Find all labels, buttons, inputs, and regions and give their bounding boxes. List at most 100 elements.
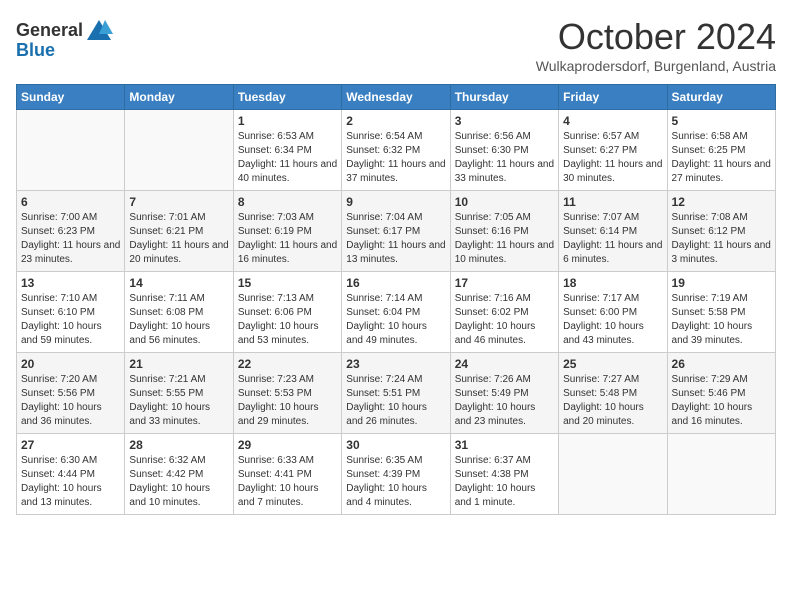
calendar-header-row: SundayMondayTuesdayWednesdayThursdayFrid… bbox=[17, 85, 776, 110]
calendar-cell: 29 Sunrise: 6:33 AMSunset: 4:41 PMDayligh… bbox=[233, 434, 341, 515]
cell-info: Sunrise: 7:29 AMSunset: 5:46 PMDaylight:… bbox=[672, 373, 771, 429]
cell-info: Sunrise: 7:17 AMSunset: 6:00 PMDaylight:… bbox=[563, 292, 662, 348]
week-row-5: 27 Sunrise: 6:30 AMSunset: 4:44 PMDayligh… bbox=[17, 434, 776, 515]
calendar-cell: 22 Sunrise: 7:23 AMSunset: 5:53 PMDayligh… bbox=[233, 353, 341, 434]
cell-date-number: 19 bbox=[672, 276, 771, 290]
cell-date-number: 26 bbox=[672, 357, 771, 371]
calendar-cell: 3Sunrise: 6:56 AMSunset: 6:30 PMDaylight… bbox=[450, 110, 558, 191]
calendar-cell: 4 Sunrise: 6:57 AMSunset: 6:27 PMDaylight… bbox=[559, 110, 667, 191]
cell-date-number: 29 bbox=[238, 438, 337, 452]
calendar-cell: 14 Sunrise: 7:11 AMSunset: 6:08 PMDayligh… bbox=[125, 272, 233, 353]
calendar-cell: 10 Sunrise: 7:05 AMSunset: 6:16 PMDayligh… bbox=[450, 191, 558, 272]
title-block: October 2024 Wulkaprodersdorf, Burgenlan… bbox=[536, 16, 776, 74]
calendar-cell: 19 Sunrise: 7:19 AMSunset: 5:58 PMDayligh… bbox=[667, 272, 775, 353]
calendar-cell: 12 Sunrise: 7:08 AMSunset: 6:12 PMDayligh… bbox=[667, 191, 775, 272]
calendar-cell: 21 Sunrise: 7:21 AMSunset: 5:55 PMDayligh… bbox=[125, 353, 233, 434]
calendar-cell: 5 Sunrise: 6:58 AMSunset: 6:25 PMDaylight… bbox=[667, 110, 775, 191]
col-header-tuesday: Tuesday bbox=[233, 85, 341, 110]
cell-info: Sunrise: 6:30 AMSunset: 4:44 PMDaylight:… bbox=[21, 454, 120, 510]
col-header-sunday: Sunday bbox=[17, 85, 125, 110]
cell-info: Sunrise: 7:13 AMSunset: 6:06 PMDaylight:… bbox=[238, 292, 337, 348]
cell-info: Sunrise: 7:23 AMSunset: 5:53 PMDaylight:… bbox=[238, 373, 337, 429]
cell-date-number: 22 bbox=[238, 357, 337, 371]
logo-blue-text: Blue bbox=[16, 40, 55, 61]
cell-info: Sunrise: 7:08 AMSunset: 6:12 PMDaylight:… bbox=[672, 211, 771, 267]
calendar-cell: 25Sunrise: 7:27 AMSunset: 5:48 PMDayligh… bbox=[559, 353, 667, 434]
cell-info: Sunrise: 6:57 AMSunset: 6:27 PMDaylight:… bbox=[563, 130, 662, 186]
calendar-cell bbox=[667, 434, 775, 515]
calendar-cell: 6Sunrise: 7:00 AMSunset: 6:23 PMDaylight… bbox=[17, 191, 125, 272]
cell-info: Sunrise: 7:14 AMSunset: 6:04 PMDaylight:… bbox=[346, 292, 445, 348]
cell-info: Sunrise: 6:32 AMSunset: 4:42 PMDaylight:… bbox=[129, 454, 228, 510]
col-header-thursday: Thursday bbox=[450, 85, 558, 110]
calendar-cell: 11 Sunrise: 7:07 AMSunset: 6:14 PMDayligh… bbox=[559, 191, 667, 272]
cell-date-number: 10 bbox=[455, 195, 554, 209]
cell-info: Sunrise: 6:53 AMSunset: 6:34 PMDaylight:… bbox=[238, 130, 337, 186]
calendar-cell: 17Sunrise: 7:16 AMSunset: 6:02 PMDayligh… bbox=[450, 272, 558, 353]
logo-icon bbox=[85, 16, 113, 44]
calendar-cell: 1Sunrise: 6:53 AMSunset: 6:34 PMDaylight… bbox=[233, 110, 341, 191]
col-header-saturday: Saturday bbox=[667, 85, 775, 110]
logo-general-text: General bbox=[16, 20, 83, 41]
cell-date-number: 8 bbox=[238, 195, 337, 209]
cell-date-number: 18 bbox=[563, 276, 662, 290]
cell-info: Sunrise: 7:05 AMSunset: 6:16 PMDaylight:… bbox=[455, 211, 554, 267]
cell-info: Sunrise: 7:21 AMSunset: 5:55 PMDaylight:… bbox=[129, 373, 228, 429]
calendar-cell: 30 Sunrise: 6:35 AMSunset: 4:39 PMDayligh… bbox=[342, 434, 450, 515]
calendar-cell: 18 Sunrise: 7:17 AMSunset: 6:00 PMDayligh… bbox=[559, 272, 667, 353]
cell-info: Sunrise: 7:07 AMSunset: 6:14 PMDaylight:… bbox=[563, 211, 662, 267]
page-header: General Blue October 2024 Wulkaprodersdo… bbox=[16, 16, 776, 74]
calendar-cell: 31 Sunrise: 6:37 AMSunset: 4:38 PMDayligh… bbox=[450, 434, 558, 515]
col-header-monday: Monday bbox=[125, 85, 233, 110]
cell-date-number: 7 bbox=[129, 195, 228, 209]
cell-date-number: 21 bbox=[129, 357, 228, 371]
cell-date-number: 27 bbox=[21, 438, 120, 452]
cell-info: Sunrise: 6:35 AMSunset: 4:39 PMDaylight:… bbox=[346, 454, 445, 510]
calendar-cell: 27 Sunrise: 6:30 AMSunset: 4:44 PMDayligh… bbox=[17, 434, 125, 515]
cell-info: Sunrise: 7:20 AMSunset: 5:56 PMDaylight:… bbox=[21, 373, 120, 429]
month-title: October 2024 bbox=[536, 16, 776, 58]
cell-date-number: 11 bbox=[563, 195, 662, 209]
calendar-cell: 26 Sunrise: 7:29 AMSunset: 5:46 PMDayligh… bbox=[667, 353, 775, 434]
calendar-cell: 20 Sunrise: 7:20 AMSunset: 5:56 PMDayligh… bbox=[17, 353, 125, 434]
cell-date-number: 20 bbox=[21, 357, 120, 371]
cell-info: Sunrise: 7:11 AMSunset: 6:08 PMDaylight:… bbox=[129, 292, 228, 348]
cell-date-number: 31 bbox=[455, 438, 554, 452]
calendar-cell: 7Sunrise: 7:01 AMSunset: 6:21 PMDaylight… bbox=[125, 191, 233, 272]
calendar-cell bbox=[559, 434, 667, 515]
cell-date-number: 9 bbox=[346, 195, 445, 209]
cell-date-number: 30 bbox=[346, 438, 445, 452]
cell-date-number: 12 bbox=[672, 195, 771, 209]
cell-date-number: 13 bbox=[21, 276, 120, 290]
col-header-friday: Friday bbox=[559, 85, 667, 110]
calendar-cell: 16 Sunrise: 7:14 AMSunset: 6:04 PMDayligh… bbox=[342, 272, 450, 353]
cell-info: Sunrise: 6:54 AMSunset: 6:32 PMDaylight:… bbox=[346, 130, 445, 186]
cell-date-number: 2 bbox=[346, 114, 445, 128]
cell-info: Sunrise: 7:04 AMSunset: 6:17 PMDaylight:… bbox=[346, 211, 445, 267]
week-row-1: 1Sunrise: 6:53 AMSunset: 6:34 PMDaylight… bbox=[17, 110, 776, 191]
calendar-cell: 8 Sunrise: 7:03 AMSunset: 6:19 PMDaylight… bbox=[233, 191, 341, 272]
cell-date-number: 24 bbox=[455, 357, 554, 371]
cell-date-number: 14 bbox=[129, 276, 228, 290]
calendar-cell bbox=[125, 110, 233, 191]
col-header-wednesday: Wednesday bbox=[342, 85, 450, 110]
cell-date-number: 25 bbox=[563, 357, 662, 371]
calendar-cell: 24Sunrise: 7:26 AMSunset: 5:49 PMDayligh… bbox=[450, 353, 558, 434]
cell-date-number: 17 bbox=[455, 276, 554, 290]
logo: General Blue bbox=[16, 16, 113, 61]
cell-date-number: 16 bbox=[346, 276, 445, 290]
cell-info: Sunrise: 6:33 AMSunset: 4:41 PMDaylight:… bbox=[238, 454, 337, 510]
cell-date-number: 5 bbox=[672, 114, 771, 128]
cell-info: Sunrise: 6:58 AMSunset: 6:25 PMDaylight:… bbox=[672, 130, 771, 186]
cell-date-number: 28 bbox=[129, 438, 228, 452]
calendar-cell: 23Sunrise: 7:24 AMSunset: 5:51 PMDayligh… bbox=[342, 353, 450, 434]
cell-date-number: 15 bbox=[238, 276, 337, 290]
calendar-table: SundayMondayTuesdayWednesdayThursdayFrid… bbox=[16, 84, 776, 515]
calendar-cell: 15 Sunrise: 7:13 AMSunset: 6:06 PMDayligh… bbox=[233, 272, 341, 353]
week-row-4: 20 Sunrise: 7:20 AMSunset: 5:56 PMDayligh… bbox=[17, 353, 776, 434]
cell-date-number: 4 bbox=[563, 114, 662, 128]
cell-info: Sunrise: 6:37 AMSunset: 4:38 PMDaylight:… bbox=[455, 454, 554, 510]
cell-info: Sunrise: 7:19 AMSunset: 5:58 PMDaylight:… bbox=[672, 292, 771, 348]
cell-date-number: 3 bbox=[455, 114, 554, 128]
cell-info: Sunrise: 7:03 AMSunset: 6:19 PMDaylight:… bbox=[238, 211, 337, 267]
